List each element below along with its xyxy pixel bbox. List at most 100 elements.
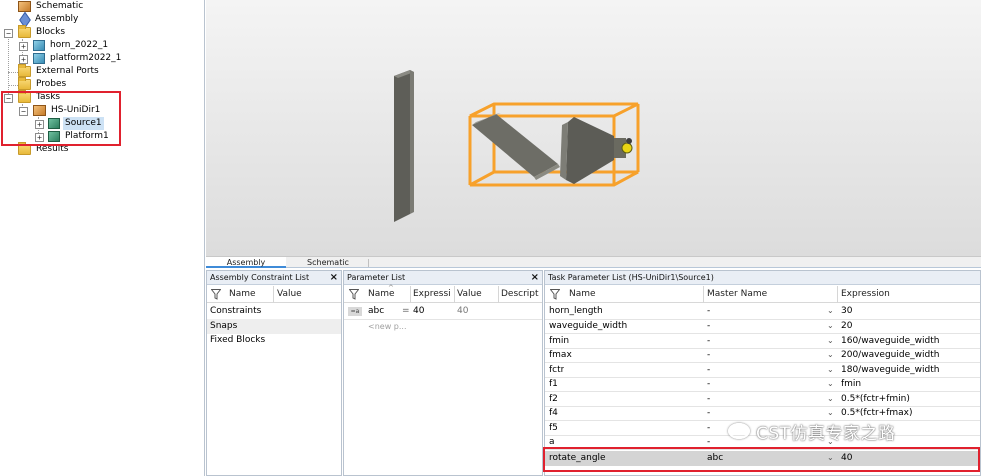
column-divider (454, 286, 455, 303)
filter-icon[interactable] (349, 289, 359, 300)
new-parameter-row[interactable]: <new p... (344, 320, 542, 335)
close-icon[interactable]: × (531, 271, 539, 285)
table-row[interactable]: waveguide_width - ⌄ 20 (545, 319, 980, 334)
table-row[interactable]: fmax - ⌄ 200/waveguide_width (545, 348, 980, 363)
port-marker (621, 142, 633, 154)
task-param-master[interactable]: - (707, 421, 710, 436)
list-item[interactable]: Constraints (207, 304, 341, 319)
row-name: Constraints (210, 306, 262, 316)
task-param-name: f2 (549, 393, 558, 404)
task-param-master[interactable]: - (707, 363, 710, 378)
plate-side (394, 70, 410, 222)
expand-toggle[interactable]: + (19, 55, 28, 64)
task-parameter-panel: Task Parameter List (HS-UniDir1\Source1)… (544, 270, 981, 476)
row-name: Fixed Blocks (210, 335, 266, 345)
chevron-down-icon[interactable]: ⌄ (827, 319, 834, 334)
tree-highlight-box (1, 91, 121, 146)
filter-icon[interactable] (211, 289, 221, 300)
tab-divider (368, 259, 369, 267)
3d-viewport[interactable] (206, 0, 981, 256)
assembly-constraint-panel: Assembly Constraint List × Name Value Co… (206, 270, 342, 476)
chevron-down-icon[interactable]: ⌄ (827, 304, 834, 319)
tree-item-label: Blocks (36, 27, 66, 37)
tree-item-horn[interactable]: horn_2022_1 (33, 39, 110, 52)
task-param-expression[interactable]: 0.5*(fctr+fmin) (841, 392, 910, 407)
task-param-expression[interactable]: 30 (841, 304, 852, 319)
table-row[interactable]: =a abc = 40 40 (344, 304, 542, 319)
row-highlight-box (543, 447, 980, 472)
column-divider (837, 286, 838, 303)
new-parameter-placeholder[interactable]: <new p... (368, 320, 407, 335)
tab-schematic[interactable]: Schematic (292, 257, 364, 268)
task-param-master[interactable]: - (707, 377, 710, 392)
tree-item-platform[interactable]: platform2022_1 (33, 52, 123, 65)
column-header-expression[interactable]: Expression (841, 286, 890, 303)
task-param-name: waveguide_width (549, 321, 628, 331)
param-eq: = (402, 306, 410, 316)
tree-item-label: External Ports (36, 66, 99, 76)
column-divider (498, 286, 499, 303)
task-param-master[interactable]: - (707, 392, 710, 407)
task-param-expression[interactable]: 180/waveguide_width (841, 363, 939, 378)
param-expression[interactable]: 40 (413, 304, 424, 319)
list-item[interactable]: Fixed Blocks (207, 333, 341, 348)
chevron-down-icon[interactable]: ⌄ (827, 377, 834, 392)
task-param-master[interactable]: - (707, 406, 710, 421)
chevron-down-icon[interactable]: ⌄ (827, 334, 834, 349)
task-param-expression[interactable]: fmin (841, 377, 861, 392)
task-param-master[interactable]: - (707, 304, 710, 319)
column-divider (273, 286, 274, 303)
row-name: Snaps (210, 321, 238, 331)
task-param-expression[interactable]: 160/waveguide_width (841, 334, 939, 349)
assembly-icon (18, 14, 30, 25)
sort-asc-icon: ^ (388, 284, 394, 292)
column-header-master-name[interactable]: Master Name (707, 286, 767, 303)
task-param-master[interactable]: - (707, 319, 710, 334)
column-header-description[interactable]: Descript (501, 286, 539, 303)
panel-title: Task Parameter List (HS-UniDir1\Source1) (545, 271, 980, 285)
task-param-expression[interactable]: 200/waveguide_width (841, 348, 939, 363)
column-header-value[interactable]: Value (457, 286, 482, 303)
close-icon[interactable]: × (330, 271, 338, 285)
table-row[interactable]: f1 - ⌄ fmin (545, 377, 980, 392)
panel-title: Parameter List (344, 271, 542, 285)
tree-item-blocks[interactable]: Blocks (18, 25, 67, 39)
task-param-name: horn_length (549, 306, 603, 316)
column-divider (410, 286, 411, 303)
tree-item-label: Assembly (35, 14, 79, 24)
param-value: 40 (457, 306, 469, 316)
chevron-down-icon[interactable]: ⌄ (827, 363, 834, 378)
column-header-name[interactable]: Name (569, 286, 596, 303)
column-header-expression[interactable]: Expressi (413, 286, 451, 303)
task-param-name: f5 (549, 422, 558, 433)
table-row[interactable]: fmin - ⌄ 160/waveguide_width (545, 334, 980, 349)
collapse-toggle[interactable]: − (4, 29, 13, 38)
table-row[interactable]: f2 - ⌄ 0.5*(fctr+fmin) (545, 392, 980, 407)
tab-assembly[interactable]: Assembly (206, 257, 286, 268)
block-icon (33, 53, 45, 64)
list-item[interactable]: Snaps (207, 319, 341, 334)
navigation-tree: Schematic Assembly − Blocks + horn_2022_… (0, 0, 205, 476)
tree-item-external-ports[interactable]: External Ports (18, 64, 101, 78)
table-row[interactable]: horn_length - ⌄ 30 (545, 304, 980, 319)
task-param-expression[interactable]: 20 (841, 319, 852, 334)
chevron-down-icon[interactable]: ⌄ (827, 348, 834, 363)
filter-icon[interactable] (550, 289, 560, 300)
column-header-value[interactable]: Value (277, 286, 302, 303)
expand-toggle[interactable]: + (19, 42, 28, 51)
column-divider (703, 286, 704, 303)
block-icon (33, 40, 45, 51)
column-header-name[interactable]: Name (229, 286, 256, 303)
folder-icon (18, 25, 31, 38)
task-param-master[interactable]: - (707, 348, 710, 363)
task-param-name: f4 (549, 408, 558, 418)
tree-item-schematic[interactable]: Schematic (18, 0, 85, 13)
task-param-name: fctr (549, 364, 565, 375)
platform-plate (472, 114, 558, 177)
chevron-down-icon[interactable]: ⌄ (827, 392, 834, 407)
tree-item-label: horn_2022_1 (50, 40, 109, 50)
tree-item-assembly[interactable]: Assembly (18, 13, 80, 26)
task-param-master[interactable]: - (707, 334, 710, 349)
table-row[interactable]: fctr - ⌄ 180/waveguide_width (545, 363, 980, 378)
parameter-list-panel: Parameter List × Name ^ Expressi Value D… (343, 270, 543, 476)
